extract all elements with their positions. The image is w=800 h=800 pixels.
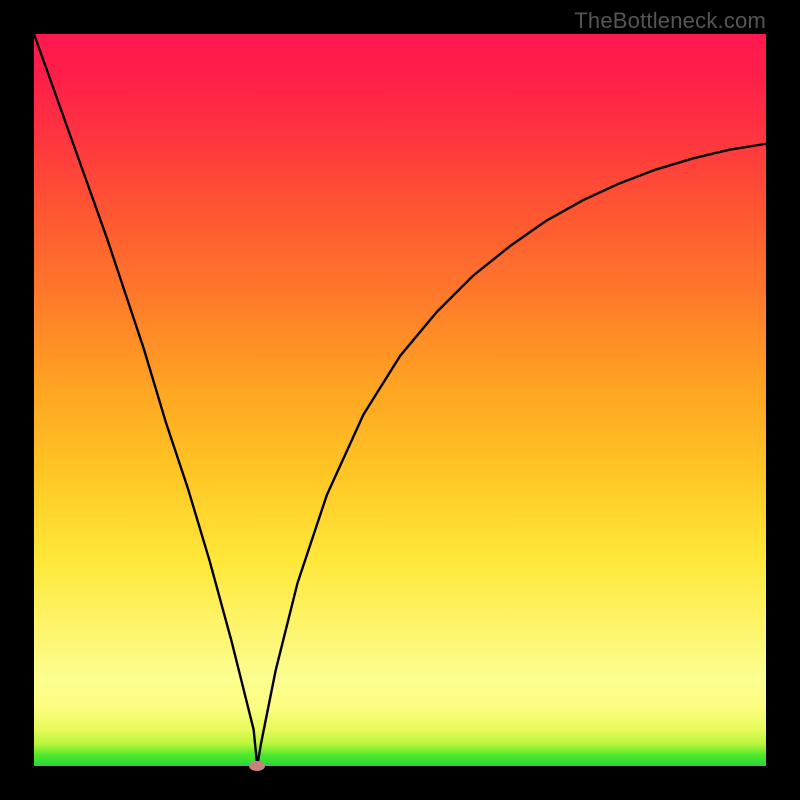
plot-area	[34, 34, 766, 766]
optimum-marker	[249, 761, 265, 771]
curve-svg	[34, 34, 766, 766]
bottleneck-curve	[34, 34, 766, 766]
watermark-text: TheBottleneck.com	[574, 8, 766, 34]
chart-frame: TheBottleneck.com	[0, 0, 800, 800]
